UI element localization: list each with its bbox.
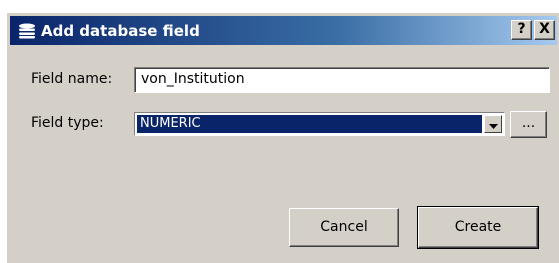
- database-icon: [17, 21, 37, 41]
- field-name-input[interactable]: von_Institution: [134, 67, 550, 93]
- cancel-button[interactable]: Cancel: [289, 208, 399, 247]
- add-database-field-dialog: Add database field ? X Field name: von_I…: [6, 12, 559, 263]
- field-type-label: Field type:: [31, 115, 104, 131]
- field-name-label: Field name:: [31, 71, 113, 87]
- chevron-down-icon: [488, 115, 498, 134]
- window-title: Add database field: [41, 21, 200, 40]
- title-bar[interactable]: Add database field ? X: [10, 16, 557, 45]
- field-type-selected-value[interactable]: NUMERIC: [137, 115, 482, 133]
- close-button[interactable]: X: [534, 20, 555, 40]
- browse-button[interactable]: ...: [510, 111, 547, 138]
- help-button[interactable]: ?: [511, 20, 532, 40]
- create-button[interactable]: Create: [417, 206, 539, 249]
- title-buttons: ? X: [511, 20, 555, 40]
- dropdown-arrow-button[interactable]: [484, 115, 502, 133]
- field-type-select[interactable]: NUMERIC: [134, 112, 505, 136]
